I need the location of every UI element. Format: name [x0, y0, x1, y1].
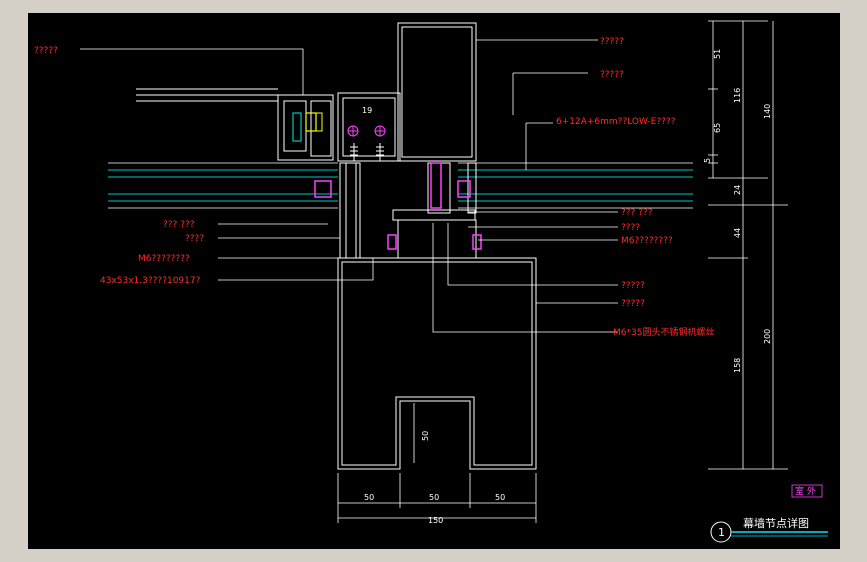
upper-transom — [397, 22, 477, 162]
annotation-right-5: ???? — [621, 223, 640, 233]
annotation-left-3: ???? — [185, 234, 204, 244]
dim-44: 44 — [733, 228, 742, 238]
dim-5: 5 — [703, 158, 712, 163]
dimension-lines-bottom — [337, 403, 537, 523]
annotation-right-8: ????? — [621, 299, 645, 309]
dim-24: 24 — [733, 185, 742, 195]
leaders-right — [432, 39, 618, 333]
dim-19: 19 — [362, 106, 372, 115]
dim-bottom-3: 50 — [495, 493, 505, 502]
dimension-lines-right — [708, 20, 788, 470]
dim-158: 158 — [733, 358, 742, 373]
annotation-left-1: ????? — [34, 46, 58, 56]
annotation-right-1: ????? — [600, 37, 624, 47]
annotation-right-9: M6*35圆头不锈钢机螺丝 — [613, 326, 714, 338]
annotation-right-7: ????? — [621, 281, 645, 291]
cad-drawing-viewport: ????? ??? ??? ???? M6???????? 43x53x1.3?… — [28, 13, 840, 549]
window-seal — [292, 112, 323, 142]
mullion-connector — [339, 162, 477, 259]
annotation-right-2: ????? — [600, 70, 624, 80]
main-mullion — [337, 257, 537, 470]
dim-bottom-2: 50 — [429, 493, 439, 502]
dim-200: 200 — [763, 329, 772, 344]
glass-panes — [108, 169, 693, 202]
annotation-right-3: 6+12A+6mm??LOW-E???? — [556, 117, 676, 127]
dim-65: 65 — [713, 123, 722, 133]
annotation-right-4: ??? ??? — [621, 208, 653, 218]
dim-bottom-1: 50 — [364, 493, 374, 502]
dim-116: 116 — [733, 88, 742, 103]
annotation-right-6: M6???????? — [621, 236, 673, 246]
leaders-left — [80, 48, 388, 281]
screws — [350, 143, 384, 161]
side-tag: 室 外 — [795, 485, 816, 497]
title-number: 1 — [718, 526, 725, 539]
dim-51: 51 — [713, 49, 722, 59]
dim-50-notch: 50 — [421, 431, 430, 441]
screw-heads — [347, 125, 386, 137]
drawing-title: 幕墙节点详图 — [743, 516, 809, 530]
annotation-left-5: 43x53x1.3????10917? — [100, 276, 201, 286]
annotation-left-2: ??? ??? — [163, 220, 195, 230]
window-frame — [136, 88, 401, 162]
dim-140: 140 — [763, 104, 772, 119]
annotation-left-4: M6???????? — [138, 254, 190, 264]
dim-bottom-total: 150 — [428, 516, 443, 525]
curtain-wall-node-detail: ????? ??? ??? ???? M6???????? 43x53x1.3?… — [34, 20, 828, 543]
